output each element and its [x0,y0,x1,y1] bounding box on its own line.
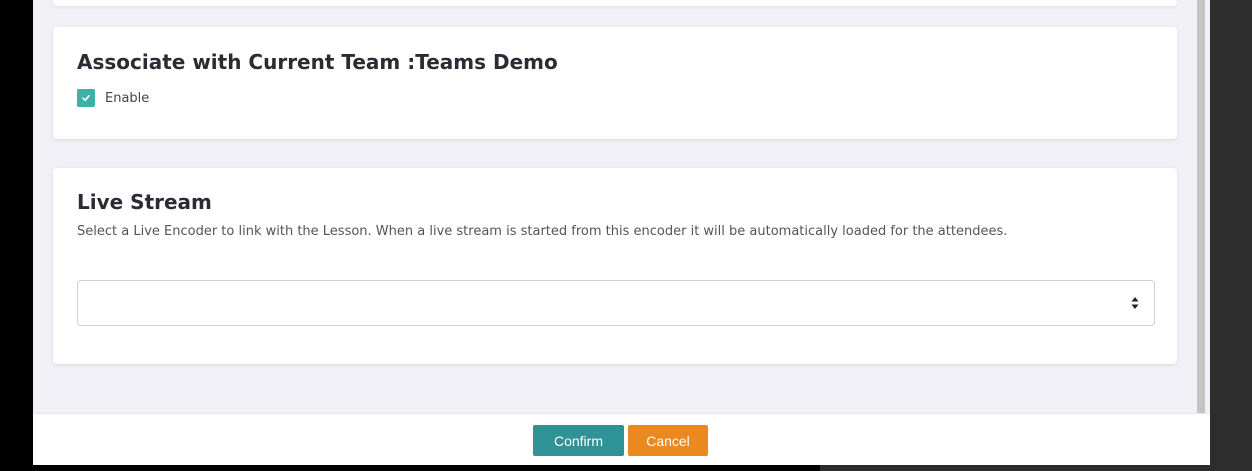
lesson-settings-modal: Associate with Current Team :Teams Demo … [33,0,1210,465]
live-stream-card: Live Stream Select a Live Encoder to lin… [53,168,1177,364]
backdrop-left [0,0,33,471]
enable-label: Enable [105,90,150,106]
cancel-button[interactable]: Cancel [628,425,708,456]
team-association-card: Associate with Current Team :Teams Demo … [53,27,1177,139]
previous-card-edge [53,0,1177,6]
enable-checkbox[interactable]: Enable [77,89,149,107]
backdrop-bottom [0,465,820,471]
backdrop-right [1210,0,1252,471]
confirm-button[interactable]: Confirm [533,425,624,456]
team-section-title: Associate with Current Team :Teams Demo [77,50,558,74]
scrollbar-thumb[interactable] [1197,0,1205,413]
sort-arrows-icon [1131,297,1139,309]
check-icon[interactable] [77,89,95,107]
live-stream-description: Select a Live Encoder to link with the L… [77,224,1008,239]
live-encoder-select[interactable] [77,280,1155,326]
live-stream-title: Live Stream [77,190,212,214]
modal-footer: Confirm Cancel [33,413,1210,465]
